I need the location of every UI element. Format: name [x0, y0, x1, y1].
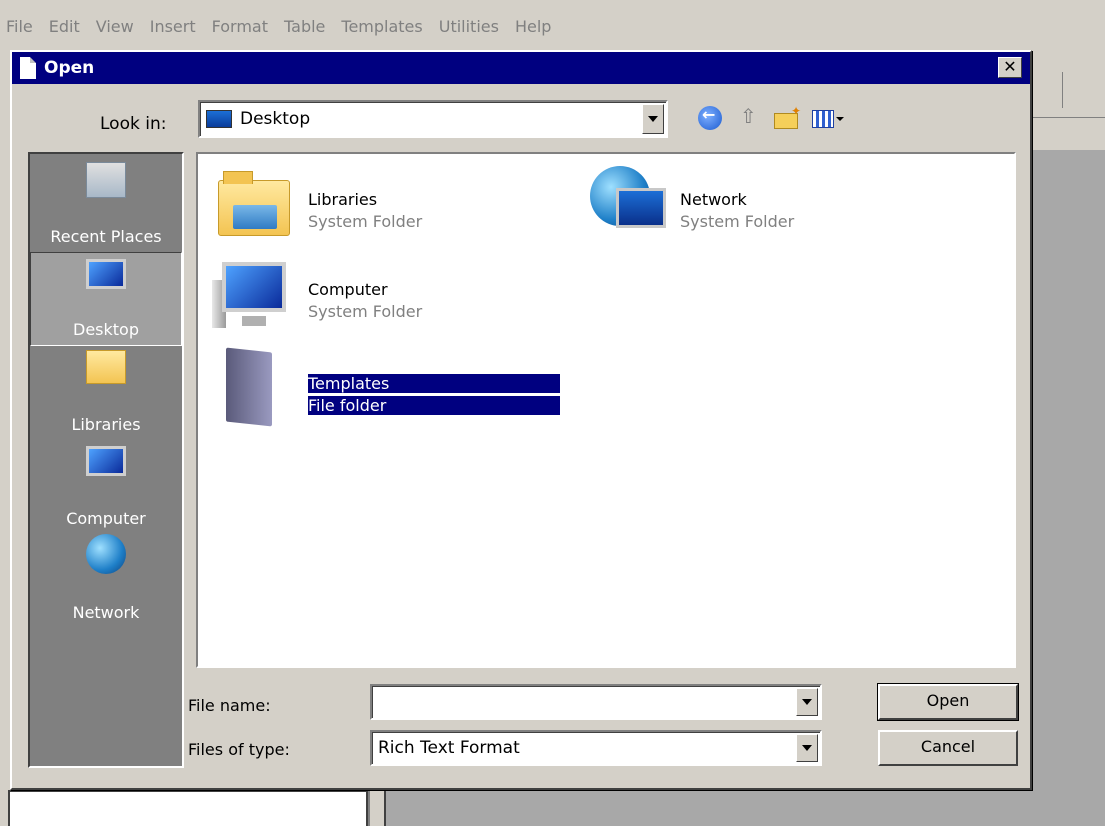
- place-label: Recent Places: [50, 227, 162, 246]
- file-list[interactable]: Libraries System Folder Network System F…: [196, 152, 1016, 668]
- close-button[interactable]: ✕: [998, 57, 1022, 78]
- app-menubar: File Edit View Insert Format Table Templ…: [0, 8, 1105, 44]
- file-name: Computer: [308, 280, 388, 299]
- file-name-label: File name:: [188, 696, 271, 715]
- cancel-button[interactable]: Cancel: [878, 730, 1018, 766]
- menu-insert[interactable]: Insert: [150, 17, 196, 36]
- look-in-dropdown[interactable]: Desktop: [198, 100, 668, 138]
- menu-templates[interactable]: Templates: [341, 17, 422, 36]
- file-name: Network: [680, 190, 747, 209]
- chevron-down-icon[interactable]: [642, 104, 664, 134]
- look-in-value-wrap: Desktop: [206, 109, 310, 129]
- menu-utilities[interactable]: Utilities: [439, 17, 499, 36]
- file-item-computer[interactable]: Computer System Folder: [202, 252, 562, 332]
- place-network[interactable]: Network: [30, 534, 182, 628]
- file-name: Libraries: [308, 190, 378, 209]
- open-button[interactable]: Open: [877, 683, 1019, 721]
- chevron-down-icon[interactable]: [796, 688, 818, 716]
- file-type: File folder: [308, 396, 560, 415]
- app-toolbar: [1030, 62, 1105, 118]
- place-libraries[interactable]: Libraries: [30, 346, 182, 440]
- dialog-title: Open: [44, 58, 95, 78]
- file-type: System Folder: [680, 212, 795, 231]
- menu-view[interactable]: View: [96, 17, 134, 36]
- app-splitter[interactable]: [368, 790, 386, 826]
- dialog-titlebar[interactable]: Open ✕: [12, 52, 1030, 84]
- app-panel: [8, 790, 368, 826]
- libraries-icon: [86, 350, 126, 384]
- view-menu-icon[interactable]: [812, 106, 846, 130]
- file-item-templates[interactable]: Templates File folder: [202, 346, 562, 427]
- network-icon: [86, 534, 126, 574]
- desktop-icon: [86, 259, 126, 289]
- app-document-area: [1030, 150, 1105, 790]
- place-label: Libraries: [71, 415, 141, 434]
- desktop-icon: [206, 110, 232, 128]
- toolbar-divider: [1062, 72, 1063, 108]
- menu-edit[interactable]: Edit: [49, 17, 80, 36]
- look-in-label: Look in:: [100, 114, 167, 134]
- place-recent-places[interactable]: Recent Places: [30, 158, 182, 252]
- place-desktop[interactable]: Desktop: [30, 252, 182, 346]
- place-label: Desktop: [73, 320, 139, 339]
- dialog-toolbar: [698, 104, 846, 130]
- files-of-type-value: Rich Text Format: [378, 738, 520, 758]
- chevron-down-icon[interactable]: [796, 734, 818, 762]
- place-label: Network: [72, 603, 140, 622]
- new-folder-icon[interactable]: [774, 104, 801, 129]
- look-in-value: Desktop: [240, 109, 311, 129]
- menu-help[interactable]: Help: [515, 17, 551, 36]
- menu-file[interactable]: File: [6, 17, 33, 36]
- document-icon: [20, 57, 36, 79]
- templates-folder-icon: [212, 347, 292, 427]
- file-name-input[interactable]: [370, 684, 822, 720]
- file-item-network[interactable]: Network System Folder: [574, 162, 934, 242]
- app-document-area-lower: [386, 790, 1105, 826]
- menu-format[interactable]: Format: [212, 17, 268, 36]
- menu-table[interactable]: Table: [284, 17, 325, 36]
- libraries-folder-icon: [212, 166, 292, 242]
- file-item-libraries[interactable]: Libraries System Folder: [202, 162, 562, 242]
- files-of-type-label: Files of type:: [188, 740, 290, 759]
- back-icon[interactable]: [698, 105, 722, 130]
- network-globe-icon: [584, 166, 666, 242]
- file-type: System Folder: [308, 212, 423, 231]
- place-computer[interactable]: Computer: [30, 440, 182, 534]
- place-label: Computer: [66, 509, 146, 528]
- computer-icon: [212, 256, 292, 332]
- file-name: Templates: [308, 374, 560, 393]
- computer-icon: [86, 446, 126, 476]
- file-type: System Folder: [308, 302, 423, 321]
- open-dialog: Open ✕ Look in: Desktop Recent Places De…: [10, 50, 1032, 790]
- up-folder-icon[interactable]: [736, 104, 760, 130]
- files-of-type-dropdown[interactable]: Rich Text Format: [370, 730, 822, 766]
- recent-places-icon: [86, 162, 126, 198]
- places-bar: Recent Places Desktop Libraries Computer…: [28, 152, 184, 768]
